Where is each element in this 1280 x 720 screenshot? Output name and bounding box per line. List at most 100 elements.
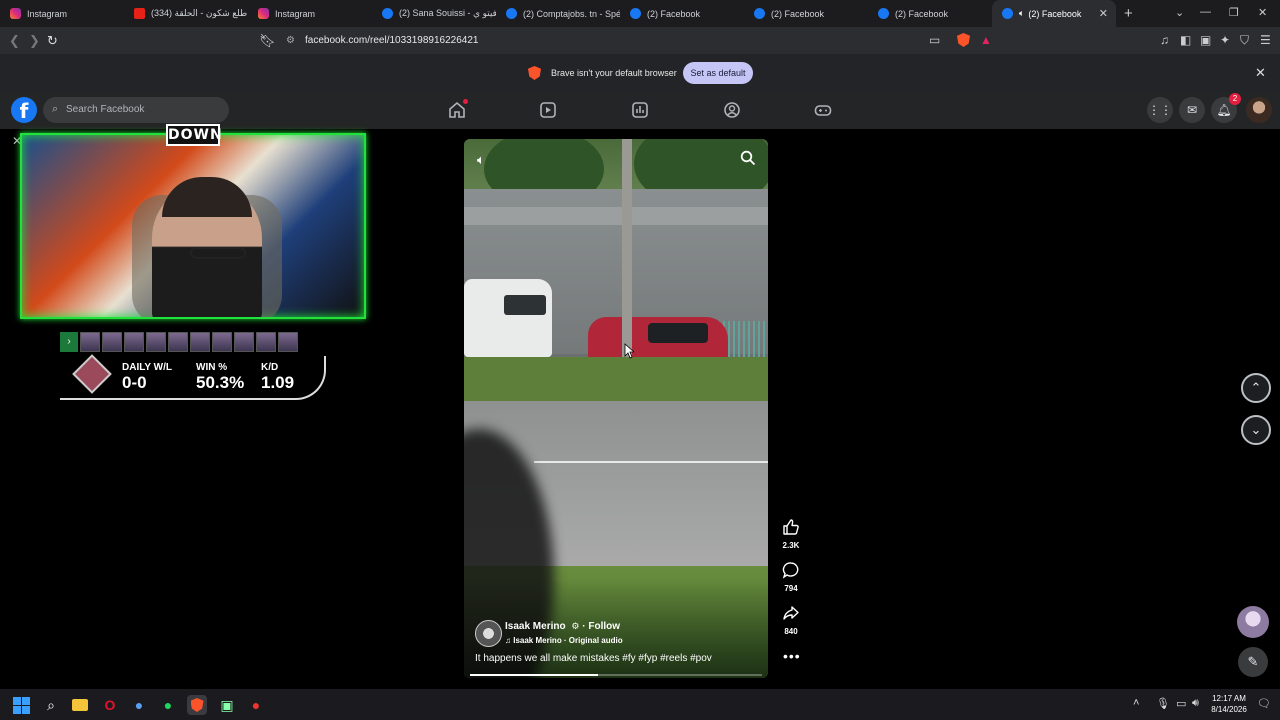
network-icon[interactable]: ▭ — [1176, 697, 1186, 710]
champion-portrait — [102, 332, 122, 352]
facebook-icon — [630, 8, 641, 19]
author-avatar[interactable] — [475, 620, 502, 647]
tab-audio-icon[interactable]: 🔈︎ — [1019, 8, 1024, 19]
microphone-icon[interactable]: 🎙︎ — [1156, 697, 1170, 710]
reel-progress-bar[interactable] — [470, 674, 762, 676]
gaming-icon[interactable] — [814, 101, 832, 119]
feeds-icon[interactable] — [631, 101, 649, 119]
spotify-icon[interactable]: ● — [158, 695, 178, 715]
brave-taskbar-icon[interactable] — [187, 695, 207, 715]
close-window-button[interactable]: ✕ — [1258, 6, 1267, 19]
ai-assistant-avatar[interactable] — [1237, 606, 1269, 638]
browser-tab[interactable]: Instagram — [0, 0, 124, 27]
volume-icon[interactable]: 🔈︎ — [477, 152, 485, 168]
sidebar-icon[interactable]: ◧ — [1180, 33, 1191, 47]
groups-icon[interactable] — [723, 101, 741, 119]
forward-icon[interactable]: ❯ — [29, 33, 40, 49]
author-name[interactable]: Isaak Merino — [505, 621, 566, 632]
previous-reel-chevron-up-icon[interactable]: ⌃ — [1241, 373, 1271, 403]
menu-icon[interactable]: ☰ — [1260, 33, 1271, 47]
stat-value: 1.09 — [261, 373, 295, 392]
messenger-icon[interactable]: ✉ — [1179, 97, 1205, 123]
browser-tab[interactable]: (2) Facebook — [620, 0, 744, 27]
reel-video[interactable]: 🔈︎ Isaak Merino ⚙︎ · Follow ♫ Isaak Meri… — [464, 139, 768, 678]
reels-icon[interactable] — [539, 101, 557, 119]
windows-start-icon[interactable] — [11, 695, 31, 715]
bookmark-icon[interactable]: 🔖︎ — [259, 33, 276, 49]
tab-label: Instagram — [27, 8, 68, 19]
follow-separator: · — [582, 621, 586, 632]
site-settings-icon[interactable]: ⚙ — [286, 35, 295, 46]
browser-tab-bar: Instagram (334) طلع شكون - الحلقة Instagra… — [0, 0, 1280, 27]
app-icon-blue[interactable]: ● — [129, 695, 149, 715]
restore-button[interactable]: ❐ — [1229, 6, 1239, 19]
browser-tab[interactable]: (2) Facebook — [868, 0, 992, 27]
leo-ai-icon[interactable]: ✦ — [1220, 33, 1230, 47]
media-icon[interactable]: ♫ — [1160, 33, 1169, 47]
clock-date: 8/14/2026 — [1211, 705, 1247, 714]
notification-center-icon[interactable]: 🗨︎ — [1257, 697, 1271, 710]
url-text: facebook.com/reel/1033198916226421 — [305, 35, 479, 46]
speaker-icon[interactable]: 🔊︎ — [1192, 697, 1199, 710]
url-field[interactable]: ⚙ facebook.com/reel/1033198916226421 — [278, 30, 998, 51]
stat-win-percent: WIN % 50.3% — [196, 362, 244, 393]
champion-history: › — [60, 332, 305, 352]
browser-tab[interactable]: 🔈︎ (2) Facebook ✕ — [992, 0, 1116, 27]
browser-tab[interactable]: Instagram — [248, 0, 372, 27]
clock-time: 12:17 AM — [1212, 694, 1246, 703]
tray-chevron-up-icon[interactable]: ˄ — [1133, 697, 1139, 709]
tab-label: (2) Sana Souissi - دفيتو ي — [399, 8, 496, 18]
stat-label: WIN % — [196, 362, 228, 373]
search-icon: ⌕ — [52, 103, 59, 115]
browser-tab[interactable]: (334) طلع شكون - الحلقة — [124, 0, 248, 27]
comment-button[interactable]: 794 — [777, 561, 805, 593]
share-button[interactable]: 840 — [777, 604, 805, 636]
back-icon[interactable]: ❮ — [9, 33, 20, 49]
new-tab-button[interactable]: + — [1124, 5, 1133, 22]
follow-link[interactable]: Follow — [588, 621, 620, 632]
browser-tab[interactable]: (2) Comptajobs. tn - Spéc — [496, 0, 620, 27]
search-placeholder: Search Facebook — [66, 104, 145, 115]
champion-portrait — [168, 332, 188, 352]
file-explorer-icon[interactable] — [70, 695, 90, 715]
tab-label: (334) طلع شكون - الحلقة — [151, 8, 248, 18]
champion-portrait — [278, 332, 298, 352]
reload-icon[interactable]: ↻ — [47, 33, 58, 49]
vpn-icon[interactable]: ⛉ — [1240, 33, 1249, 48]
instagram-icon — [258, 8, 269, 19]
taskbar-search-icon[interactable]: ⌕ — [41, 695, 61, 715]
reel-search-icon[interactable] — [740, 150, 756, 166]
taskbar-clock[interactable]: 12:17 AM 8/14/2026 — [1206, 693, 1252, 715]
minimize-button[interactable]: — — [1200, 6, 1211, 18]
cast-icon[interactable]: ▭ — [929, 33, 940, 47]
reel-caption: It happens we all make mistakes #fy #fyp… — [475, 653, 712, 664]
browser-tab[interactable]: (2) Facebook — [744, 0, 868, 27]
close-tab-icon[interactable]: ✕ — [1099, 7, 1108, 20]
author-line: Isaak Merino ⚙︎ · Follow — [505, 621, 620, 632]
like-button[interactable]: 2.3K — [777, 518, 805, 550]
new-message-compose-icon[interactable]: ✎ — [1238, 647, 1268, 677]
comment-count: 794 — [784, 584, 798, 593]
champion-arrow-icon: › — [60, 332, 78, 352]
notification-badge: 2 — [1229, 93, 1241, 105]
search-input[interactable]: ⌕ Search Facebook — [43, 97, 229, 123]
profile-avatar[interactable] — [1246, 97, 1272, 123]
tab-list-chevron-icon[interactable]: ⌄ — [1175, 6, 1184, 19]
set-as-default-button[interactable]: Set as default — [683, 62, 753, 84]
next-reel-chevron-down-icon[interactable]: ⌄ — [1241, 415, 1271, 445]
verified-icon: ⚙︎ — [571, 621, 580, 631]
tab-label: (2) Facebook — [1028, 8, 1082, 19]
browser-tab[interactable]: (2) Sana Souissi - دفيتو ي — [372, 0, 496, 27]
close-infobar-icon[interactable]: ✕ — [1255, 65, 1266, 81]
more-options-icon[interactable]: ••• — [783, 648, 801, 664]
opera-icon[interactable]: O — [100, 695, 120, 715]
champion-portrait — [80, 332, 100, 352]
app-icon-red[interactable]: ● — [246, 695, 266, 715]
wallet-icon[interactable]: ▣ — [1200, 33, 1211, 47]
brave-rewards-icon[interactable]: ▲ — [980, 33, 992, 47]
facebook-logo-icon[interactable]: f — [11, 97, 37, 123]
menu-grid-icon[interactable]: ⋮⋮ — [1147, 97, 1173, 123]
audio-label: Isaak Merino · Original audio — [513, 636, 623, 645]
audio-line[interactable]: ♫ Isaak Merino · Original audio — [505, 636, 623, 645]
app-icon-tile[interactable]: ▣ — [217, 695, 237, 715]
